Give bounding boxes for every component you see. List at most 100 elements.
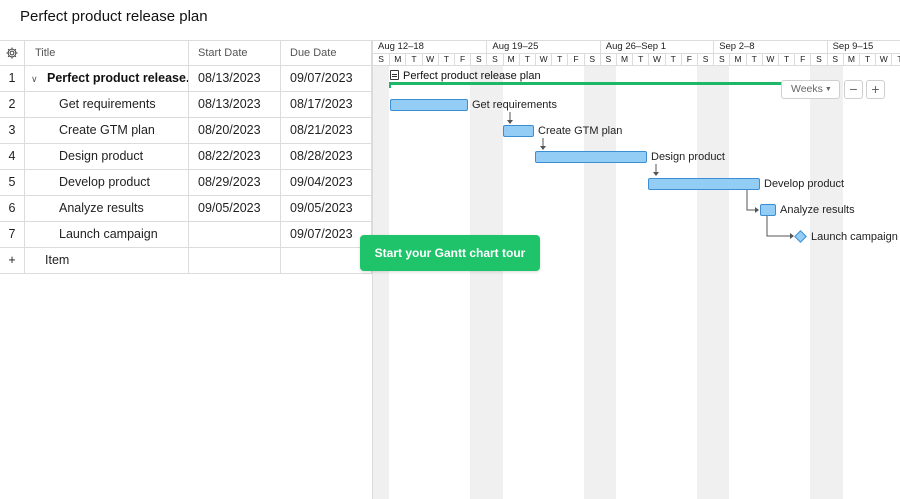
table-row[interactable]: 5 Develop product 08/29/2023 09/04/2023	[0, 170, 372, 196]
day-label: M	[502, 54, 519, 65]
row-title[interactable]: Launch campaign	[25, 222, 189, 247]
row-due-date[interactable]: 08/21/2023	[281, 118, 372, 143]
task-bar-label: Create GTM plan	[538, 125, 623, 137]
zoom-in-button[interactable]: +	[866, 80, 885, 99]
summary-title: Perfect product release plan	[403, 70, 541, 82]
day-label: S	[470, 54, 486, 65]
week-label: Aug 12–18	[378, 41, 424, 52]
page-title: Perfect product release plan	[20, 8, 208, 25]
task-bar-label: Get requirements	[472, 99, 557, 111]
day-label: S	[378, 54, 384, 64]
week-header-row: Aug 12–18 Aug 19–25 Aug 26–Sep 1 Sep 2–8 Sep…	[373, 40, 900, 53]
row-start-date[interactable]: 08/20/2023	[189, 118, 281, 143]
task-bar[interactable]	[648, 178, 760, 190]
week-label: Sep 9–15	[826, 41, 900, 53]
day-label: M	[389, 54, 405, 65]
day-label: T	[891, 54, 900, 65]
row-number: 4	[0, 144, 25, 169]
table-row[interactable]: 2 Get requirements 08/13/2023 08/17/2023	[0, 92, 372, 118]
row-number: 5	[0, 170, 25, 195]
plus-icon[interactable]: +	[0, 248, 25, 273]
day-label: S	[826, 54, 843, 65]
row-due-date[interactable]: 09/04/2023	[281, 170, 372, 195]
gear-icon	[6, 47, 18, 59]
day-label: M	[842, 54, 859, 65]
task-bar-label: Analyze results	[780, 204, 855, 216]
column-header-due-date[interactable]: Due Date	[281, 41, 372, 66]
day-label: F	[567, 54, 583, 65]
summary-bar-label: Perfect product release plan	[390, 69, 541, 83]
row-due-date[interactable]: 09/07/2023	[281, 66, 372, 91]
week-label: Aug 26–Sep 1	[599, 41, 713, 53]
table-row[interactable]: 6 Analyze results 09/05/2023 09/05/2023	[0, 196, 372, 222]
start-tour-button[interactable]: Start your Gantt chart tour	[360, 235, 540, 271]
row-due-date[interactable]: 08/17/2023	[281, 92, 372, 117]
weekend-shade	[470, 66, 487, 499]
day-label: T	[405, 54, 421, 65]
day-label: T	[745, 54, 762, 65]
task-bar-label: Develop product	[764, 178, 845, 190]
week-label: Aug 19–25	[486, 41, 599, 53]
row-start-date[interactable]: 08/13/2023	[189, 66, 281, 91]
chevron-down-icon[interactable]: ∨	[31, 67, 41, 91]
add-item-link[interactable]: Item	[25, 248, 189, 273]
day-label: S	[486, 54, 502, 65]
row-start-date[interactable]: 09/05/2023	[189, 196, 281, 221]
row-start-date[interactable]: 08/22/2023	[189, 144, 281, 169]
week-label: Sep 2–8	[713, 41, 826, 53]
weekend-shade	[697, 66, 714, 499]
timescale-dropdown[interactable]: Weeks ▼	[781, 80, 840, 99]
task-bar[interactable]	[535, 151, 647, 163]
day-label: M	[616, 54, 632, 65]
day-header-row: SMTWTFSSMTWTFSSMTWTFSSMTWTFSSMTWT	[373, 53, 900, 66]
day-label: W	[421, 54, 438, 65]
row-title-text: Perfect product release...	[47, 71, 189, 85]
day-label: T	[632, 54, 648, 65]
column-header-start-date[interactable]: Start Date	[189, 41, 281, 66]
row-number: 7	[0, 222, 25, 247]
row-title[interactable]: Develop product	[25, 170, 189, 195]
task-bar[interactable]	[760, 204, 776, 216]
row-start-date[interactable]: 08/13/2023	[189, 92, 281, 117]
row-title[interactable]: ∨ Perfect product release...	[25, 66, 189, 91]
row-title[interactable]: Create GTM plan	[25, 118, 189, 143]
table-row[interactable]: 7 Launch campaign 09/07/2023	[0, 222, 372, 248]
add-item-row[interactable]: + Item	[0, 248, 372, 274]
row-due-date[interactable]: 09/07/2023	[281, 222, 372, 247]
grid-settings[interactable]	[0, 41, 25, 66]
row-title[interactable]: Design product	[25, 144, 189, 169]
row-title[interactable]: Analyze results	[25, 196, 189, 221]
row-number: 2	[0, 92, 25, 117]
task-bar[interactable]	[390, 99, 468, 111]
task-bar[interactable]	[503, 125, 534, 137]
row-start-date[interactable]	[189, 222, 281, 247]
day-label: W	[761, 54, 778, 65]
column-header-title[interactable]: Title	[25, 41, 189, 66]
day-label: S	[583, 54, 600, 65]
row-start-date[interactable]: 08/29/2023	[189, 170, 281, 195]
row-title[interactable]: Get requirements	[25, 92, 189, 117]
day-label: W	[875, 54, 891, 65]
table-row[interactable]: 1 ∨ Perfect product release... 08/13/2023 09…	[0, 66, 372, 92]
day-label: S	[697, 54, 713, 65]
task-bar-label: Design product	[651, 151, 725, 163]
day-label: W	[648, 54, 664, 65]
day-label: T	[518, 54, 535, 65]
clipboard-icon	[390, 70, 399, 80]
row-due-date[interactable]: 09/05/2023	[281, 196, 372, 221]
weekend-shade	[486, 66, 503, 499]
milestone-diamond[interactable]	[794, 230, 807, 243]
zoom-out-button[interactable]: −	[844, 80, 863, 99]
weekend-shade	[713, 66, 730, 499]
table-row[interactable]: 3 Create GTM plan 08/20/2023 08/21/2023	[0, 118, 372, 144]
day-label: W	[535, 54, 551, 65]
grid-header: Title Start Date Due Date	[0, 40, 372, 66]
day-label: F	[680, 54, 697, 65]
row-due-date[interactable]: 08/28/2023	[281, 144, 372, 169]
table-row[interactable]: 4 Design product 08/22/2023 08/28/2023	[0, 144, 372, 170]
row-number: 6	[0, 196, 25, 221]
empty-cell	[189, 248, 281, 273]
day-label: S	[713, 54, 729, 65]
weekend-shade	[810, 66, 827, 499]
task-bar-label: Launch campaign	[811, 231, 898, 243]
